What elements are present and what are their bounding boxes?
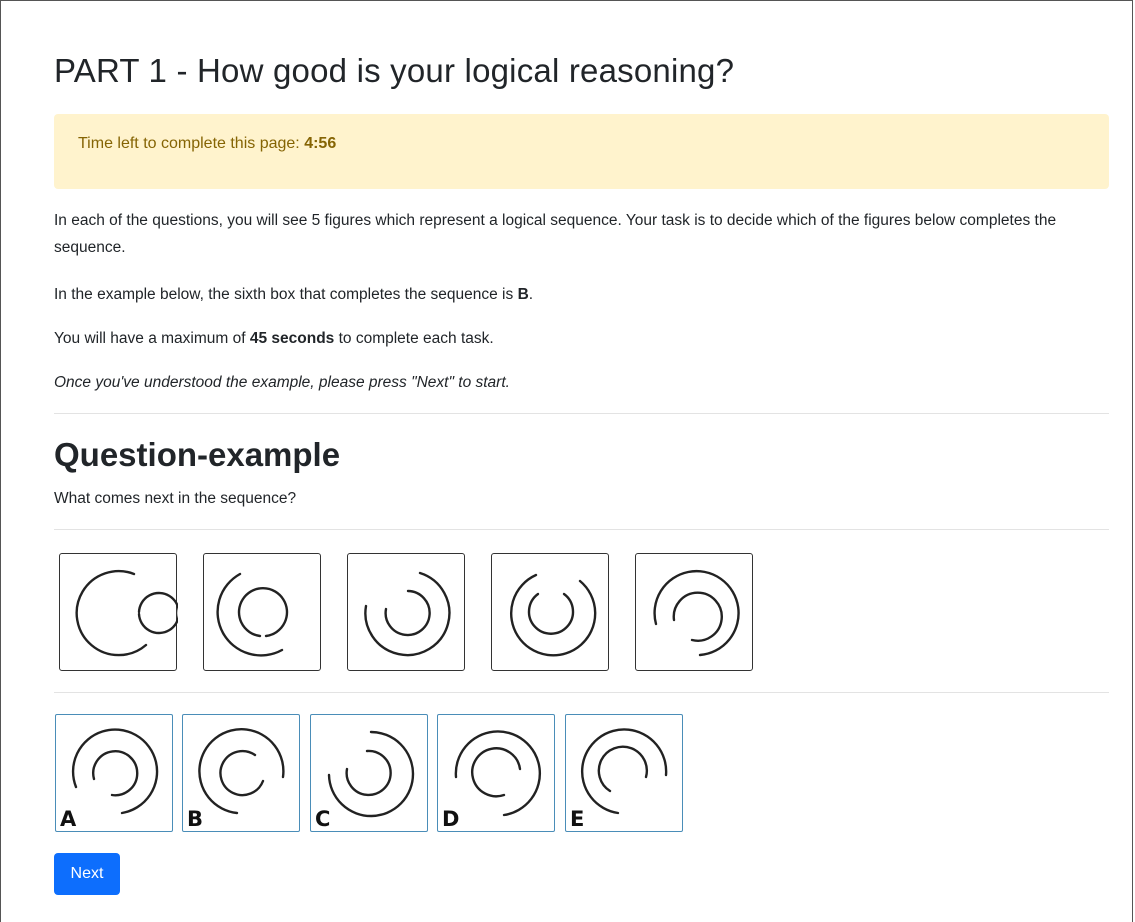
instruction-3-text: You will have a maximum of [54, 330, 250, 347]
divider [54, 692, 1109, 693]
question-prompt: What comes next in the sequence? [54, 490, 297, 507]
outer-arc [75, 569, 148, 657]
divider [54, 413, 1109, 414]
next-button[interactable]: Next [54, 853, 120, 895]
option-letter: A [60, 807, 77, 831]
instruction-paragraph-2: In the example below, the sixth box that… [54, 281, 1109, 308]
option-e[interactable]: E [565, 714, 683, 832]
option-a[interactable]: A [55, 714, 173, 832]
question-title: Question-example [54, 436, 341, 473]
inner-arc [672, 591, 723, 642]
divider [54, 529, 1109, 530]
answer-letter: B [517, 286, 529, 303]
outer-arc [216, 572, 284, 657]
outer-arc [509, 573, 597, 657]
inner-arc [527, 592, 575, 635]
option-letter: C [315, 807, 331, 831]
sequence-figure-4 [491, 553, 609, 671]
outer-arc [364, 571, 451, 657]
instruction-2-end: . [528, 286, 534, 303]
sequence-figure-3 [347, 553, 465, 671]
option-letter: D [442, 807, 460, 831]
timer-value: 4:56 [304, 135, 337, 152]
instruction-paragraph-1: In each of the questions, you will see 5… [54, 212, 1057, 256]
sequence-figure-1 [59, 553, 178, 671]
inner-arc [384, 589, 431, 637]
option-d[interactable]: D [437, 714, 555, 832]
instruction-2-text: In the example below, the sixth box that… [54, 286, 518, 303]
instruction-paragraph-3: You will have a maximum of 45 seconds to… [54, 325, 1109, 352]
timer-label: Time left to complete this page: [78, 135, 300, 152]
option-b[interactable]: B [182, 714, 300, 832]
option-letter: B [187, 807, 204, 831]
instruction-3-end: to complete each task. [334, 330, 494, 347]
page-title: PART 1 - How good is your logical reason… [54, 52, 735, 89]
timer-alert: Time left to complete this page: 4:56 [54, 114, 1109, 189]
instruction-paragraph-4: Once you've understood the example, plea… [54, 374, 510, 391]
inner-arc [137, 591, 178, 635]
option-c[interactable]: C [310, 714, 428, 832]
option-letter: E [570, 807, 585, 831]
sequence-figure-2 [203, 553, 321, 671]
outer-arc [653, 569, 740, 657]
sequence-figure-5 [635, 553, 753, 671]
time-limit: 45 seconds [249, 330, 335, 347]
inner-arc [237, 586, 289, 638]
